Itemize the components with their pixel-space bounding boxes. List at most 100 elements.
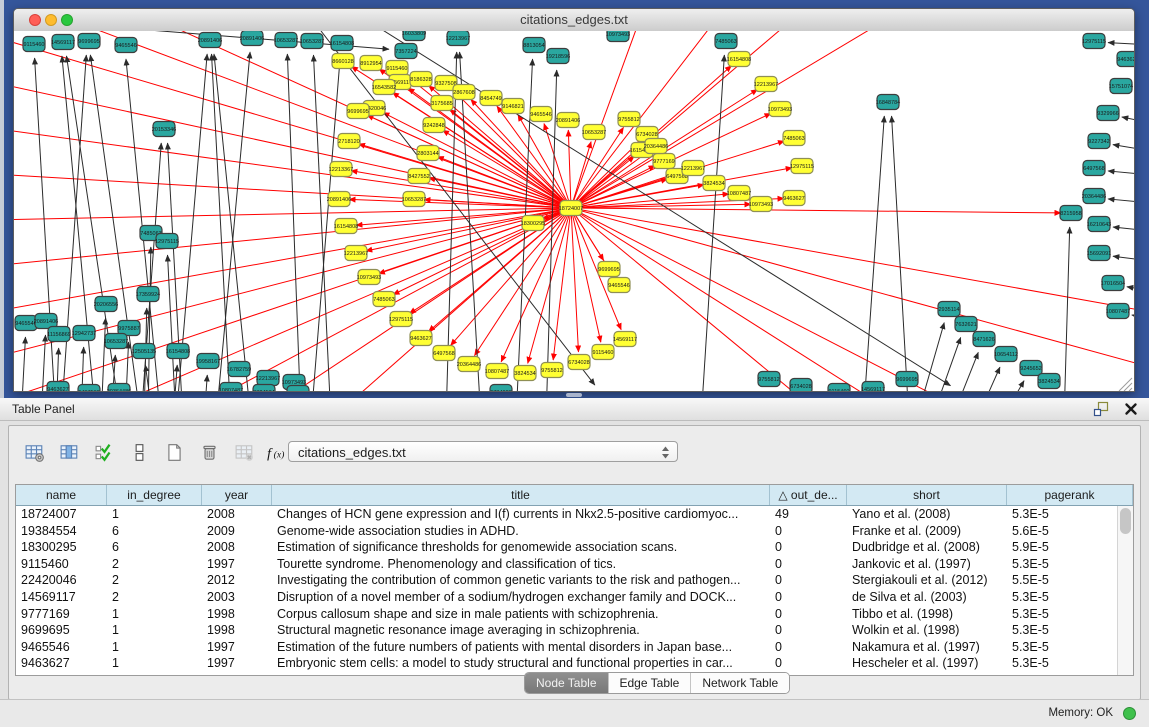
table-row[interactable]: 1456911722003Disruption of a novel membe…: [16, 589, 1118, 606]
graph-node[interactable]: 7485063: [373, 292, 395, 307]
graph-node[interactable]: 6497568: [1083, 161, 1105, 176]
graph-node[interactable]: 16782759: [227, 362, 251, 377]
tab-node-table[interactable]: Node Table: [525, 673, 609, 693]
resize-grip-icon[interactable]: [1119, 378, 1132, 391]
graph-node[interactable]: 9699695: [896, 372, 918, 387]
graph-node[interactable]: 20364486: [644, 139, 668, 154]
graph-node[interactable]: 9465546: [115, 38, 137, 53]
graph-node[interactable]: 20891406: [198, 33, 222, 48]
graph-node[interactable]: 10807487: [485, 364, 509, 379]
graph-node[interactable]: 20891406: [556, 113, 580, 128]
graph-node[interactable]: 6497568: [433, 346, 455, 361]
table-row[interactable]: 977716911998Corpus callosum shape and si…: [16, 606, 1118, 623]
graph-node[interactable]: 3824534: [703, 176, 725, 191]
graph-node[interactable]: 2803144: [417, 146, 439, 161]
graph-node[interactable]: 10653287: [104, 334, 128, 349]
table-row[interactable]: 969969511998Structural magnetic resonanc…: [16, 622, 1118, 639]
graph-node[interactable]: 3824534: [253, 385, 275, 392]
window-titlebar[interactable]: citations_edges.txt: [14, 9, 1134, 32]
graph-node[interactable]: 9755812: [287, 386, 309, 392]
graph-node[interactable]: 12213967: [681, 161, 705, 176]
scrollbar-thumb[interactable]: [1120, 508, 1131, 534]
graph-node[interactable]: 16154808: [166, 344, 190, 359]
column-header-short[interactable]: short: [847, 485, 1007, 505]
graph-node[interactable]: 9242848: [423, 118, 445, 133]
graph-node[interactable]: 20364486: [107, 384, 131, 392]
graph-node[interactable]: 9463627: [47, 382, 69, 392]
create-column-icon[interactable]: [161, 439, 187, 465]
graph-node[interactable]: 6734028: [490, 385, 512, 392]
graph-node[interactable]: 12213967: [446, 31, 470, 46]
graph-node[interactable]: 14569117: [861, 382, 885, 392]
graph-node[interactable]: 8454749: [480, 91, 502, 106]
graph-node[interactable]: 9227342: [1088, 134, 1110, 149]
graph-node[interactable]: 8427552: [408, 169, 430, 184]
column-header-title[interactable]: title: [272, 485, 770, 505]
show-column-icon[interactable]: [56, 439, 82, 465]
graph-node[interactable]: 10973493: [606, 31, 630, 42]
graph-node[interactable]: 2935114: [938, 302, 960, 317]
graph-node[interactable]: 16154808: [727, 52, 751, 67]
graph-node[interactable]: 20364486: [1082, 189, 1106, 204]
table-row[interactable]: 1872400712008Changes of HCN gene express…: [16, 506, 1118, 523]
graph-node[interactable]: 12975115: [790, 159, 814, 174]
graph-node[interactable]: 9755812: [758, 372, 780, 387]
memory-status-indicator[interactable]: [1123, 707, 1136, 720]
graph-node[interactable]: 12975115: [1082, 34, 1106, 49]
graph-node[interactable]: 9699695: [347, 104, 369, 119]
row-height-icon[interactable]: [126, 439, 152, 465]
graph-node[interactable]: 9465546: [608, 278, 630, 293]
table-row[interactable]: 1938455462009Genome-wide association stu…: [16, 523, 1118, 540]
graph-node[interactable]: 15692091: [1087, 246, 1111, 261]
graph-node[interactable]: 9329966: [1097, 106, 1119, 121]
graph-node[interactable]: 16210643: [1087, 217, 1111, 232]
graph-node[interactable]: 10807487: [727, 186, 751, 201]
close-panel-icon[interactable]: [1123, 401, 1139, 417]
table-vertical-scrollbar[interactable]: [1117, 506, 1133, 675]
graph-node[interactable]: 20891406: [327, 192, 351, 207]
graph-node[interactable]: 16154808: [330, 36, 354, 51]
graph-node[interactable]: 8215958: [1060, 206, 1082, 221]
graph-node[interactable]: 16543582: [372, 80, 396, 95]
graph-node[interactable]: 15751074: [1109, 79, 1133, 94]
graph-node[interactable]: 7357224: [395, 44, 417, 59]
table-row[interactable]: 1830029562008Estimation of significance …: [16, 539, 1118, 556]
graph-node[interactable]: 12213367: [329, 162, 353, 177]
graph-node[interactable]: 19958167: [196, 354, 220, 369]
graph-node[interactable]: 10973493: [768, 102, 792, 117]
graph-node[interactable]: 3824534: [514, 366, 536, 381]
table-mode-icon[interactable]: [21, 439, 47, 465]
graph-node[interactable]: 16033809: [402, 31, 426, 41]
graph-node[interactable]: 18724007: [559, 201, 583, 216]
graph-node[interactable]: 20364486: [457, 357, 481, 372]
column-header-name[interactable]: name: [16, 485, 107, 505]
tab-network-table[interactable]: Network Table: [691, 673, 789, 693]
table-row[interactable]: 911546021997Tourette syndrome. Phenomeno…: [16, 556, 1118, 573]
column-header-in_degree[interactable]: in_degree: [107, 485, 202, 505]
graph-node[interactable]: 8813054: [523, 38, 545, 53]
panel-splitter-handle[interactable]: [566, 393, 582, 397]
graph-node[interactable]: 16154808: [334, 219, 358, 234]
graph-node[interactable]: 12213967: [344, 246, 368, 261]
graph-node[interactable]: 9755812: [541, 363, 563, 378]
graph-node[interactable]: 3175685: [431, 96, 453, 111]
graph-node[interactable]: 12975115: [389, 312, 413, 327]
graph-node[interactable]: 12942737: [72, 326, 96, 341]
graph-node[interactable]: 12505135: [132, 344, 156, 359]
graph-node[interactable]: 6734028: [790, 379, 812, 392]
graph-node[interactable]: 8186328: [410, 72, 432, 87]
graph-node[interactable]: 10973493: [357, 270, 381, 285]
graph-node[interactable]: 12213967: [256, 371, 280, 386]
graph-node[interactable]: 8471626: [973, 332, 995, 347]
column-header-pagerank[interactable]: pagerank: [1007, 485, 1133, 505]
graph-node[interactable]: 10807487: [1106, 304, 1130, 319]
graph-node[interactable]: 2867608: [453, 85, 475, 100]
graph-node[interactable]: 9699695: [598, 262, 620, 277]
graph-node[interactable]: 6734028: [568, 355, 590, 370]
graph-node[interactable]: 9699695: [78, 34, 100, 49]
graph-node[interactable]: 20153346: [152, 122, 176, 137]
graph-node[interactable]: 9463627: [783, 191, 805, 206]
graph-node[interactable]: 10973493: [749, 197, 773, 212]
float-panel-icon[interactable]: [1093, 401, 1109, 417]
graph-node[interactable]: 8660128: [332, 54, 354, 69]
